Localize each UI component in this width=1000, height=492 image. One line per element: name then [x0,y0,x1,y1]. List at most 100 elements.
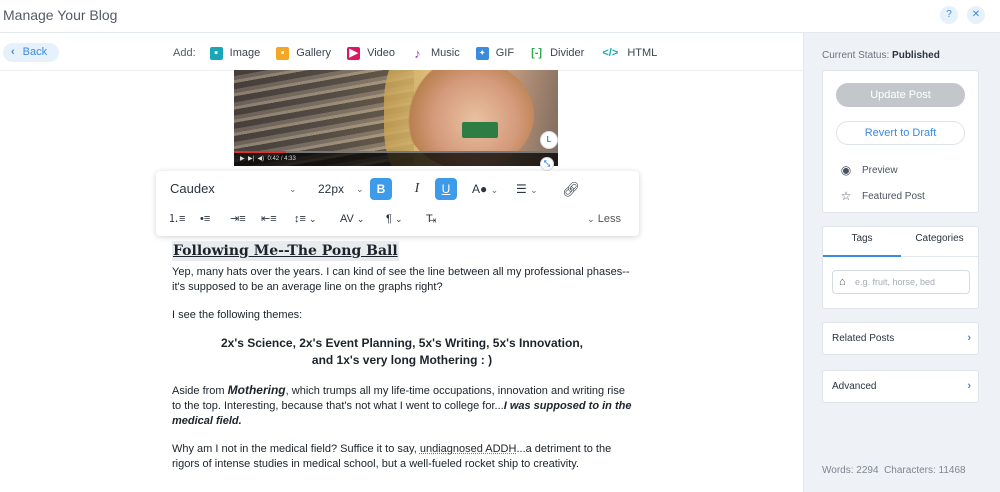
paragraph[interactable]: Aside from Mothering, which trumps all m… [172,383,632,429]
add-image-button[interactable]: ▪ Image [209,46,260,60]
add-html-button[interactable]: </> HTML [600,47,657,60]
gallery-icon: ▪ [276,46,290,60]
align-handle[interactable]: L [540,131,558,149]
text-run-emphasis: Mothering [227,383,286,397]
status-line: Current Status: Published [822,50,940,61]
add-gif-button[interactable]: ✦ GIF [475,46,515,60]
tags-tabs: Tags Categories [823,227,978,257]
word-count: Words: 2294 Characters: 11468 [822,465,966,476]
chevron-right-icon: › [967,332,971,344]
add-gallery-button[interactable]: ▪ Gallery [276,46,332,60]
add-divider-button[interactable]: [-] Divider [530,47,584,60]
video-progress-bar[interactable] [234,151,558,153]
volume-icon[interactable]: ◀) [258,156,265,162]
status-label: Current Status: [822,50,890,61]
divider-icon: [-] [531,46,543,59]
chevron-down-icon: ⌄ [587,214,595,224]
tab-tags[interactable]: Tags [823,227,901,257]
featured-post-link[interactable]: ☆ Featured Post [840,189,925,203]
numbered-list-icon[interactable]: ⒈≡ [168,209,185,229]
resize-handle-icon[interactable]: ⤡ [540,157,554,171]
italic-button[interactable]: I [408,178,426,200]
chevron-right-icon: › [967,380,971,392]
themes-line: and 1x's very long Mothering : ) [311,353,493,367]
bullet-list-icon[interactable]: •≡ [200,209,210,229]
text-run: Why am I not in the medical field? Suffi… [172,443,420,455]
paragraph[interactable]: Yep, many hats over the years. I can kin… [172,265,632,295]
outdent-icon[interactable]: ⇤≡ [261,209,277,229]
revert-to-draft-button[interactable]: Revert to Draft [836,121,965,145]
link-icon[interactable]: 🔗︎ [562,178,580,200]
spellcheck-word[interactable]: undiagnosed ADDH [420,443,517,455]
video-time: 0:42 / 4:33 [267,156,296,162]
less-button[interactable]: ⌄ Less [587,209,621,229]
chevron-down-icon: ⌄ [490,185,499,195]
add-music-button[interactable]: ♪ Music [411,45,460,61]
back-button[interactable]: ‹ Back [3,43,59,62]
sidebar: Current Status: Published Update Post Re… [803,33,1000,492]
video-icon: ▶ [347,46,361,60]
add-html-label: HTML [627,47,658,59]
add-video-button[interactable]: ▶ Video [347,46,395,60]
related-posts-label: Related Posts [832,333,895,344]
droplet-icon: ● [480,182,488,196]
preview-link[interactable]: ◉ Preview [840,163,898,177]
characters-count: Characters: 11468 [884,465,966,476]
advanced-label: Advanced [832,381,877,392]
less-label: Less [597,213,621,225]
paragraph[interactable]: Why am I not in the medical field? Suffi… [172,442,632,472]
text-color-button[interactable]: A● ⌄ [472,178,498,200]
status-value: Published [892,50,940,61]
music-icon: ♪ [414,45,421,61]
tags-input[interactable]: ⌂ e.g. fruit, horse, bed [832,270,970,294]
video-embed[interactable]: ▶ ▶| ◀) 0:42 / 4:33 [234,70,558,166]
font-size-select[interactable]: 22px [318,178,344,200]
tags-card: Tags Categories ⌂ e.g. fruit, horse, bed [822,226,979,309]
back-label: Back [22,46,48,58]
line-height-icon[interactable]: ↕≡ ⌄ [294,209,317,229]
video-progress-fill [234,151,286,153]
chevron-down-icon: ⌄ [530,185,538,195]
add-gif-label: GIF [495,47,515,59]
post-heading[interactable]: Following Me--The Pong Ball [172,241,399,261]
bold-button[interactable]: B [370,178,392,200]
text-run: Aside from [172,385,228,397]
add-divider-label: Divider [550,47,585,59]
tags-placeholder: e.g. fruit, horse, bed [855,277,936,287]
video-controls[interactable]: ▶ ▶| ◀) 0:42 / 4:33 [234,151,558,166]
letter-spacing-icon[interactable]: AV ⌄ [340,209,364,229]
featured-label: Featured Post [862,190,925,202]
align-button[interactable]: ☰ ⌄ [516,178,538,200]
next-icon[interactable]: ▶| [248,156,254,162]
top-bar: Manage Your Blog ? ✕ [0,0,1000,33]
clear-format-icon[interactable]: T̶ₓ [426,209,436,229]
add-video-label: Video [367,47,395,59]
video-channel-logo [462,122,498,138]
themes-block[interactable]: 2x's Science, 2x's Event Planning, 5x's … [172,335,632,369]
update-post-button[interactable]: Update Post [836,83,965,107]
close-button[interactable]: ✕ [967,6,985,24]
post-content[interactable]: Following Me--The Pong Ball Yep, many ha… [172,241,632,485]
preview-label: Preview [862,164,898,176]
tag-icon: ⌂ [839,276,846,288]
star-icon: ☆ [840,189,852,203]
related-posts-row[interactable]: Related Posts › [822,322,979,355]
help-button[interactable]: ? [940,6,958,24]
add-label: Add: [173,47,196,59]
add-music-label: Music [431,47,460,59]
align-left-icon: ☰ [516,182,527,196]
underline-button[interactable]: U [435,178,457,200]
page-title: Manage Your Blog [3,7,118,23]
tab-categories[interactable]: Categories [901,227,978,257]
chevron-down-icon[interactable]: ⌄ [356,178,364,200]
image-icon: ▪ [209,46,223,60]
play-icon[interactable]: ▶ [240,156,245,162]
text-direction-icon[interactable]: ¶ ⌄ [386,209,403,229]
paragraph[interactable]: I see the following themes: [172,308,632,323]
advanced-row[interactable]: Advanced › [822,370,979,403]
add-bar: Add: ▪ Image ▪ Gallery ▶ Video ♪ Music ✦… [173,44,673,62]
font-family-select[interactable]: Caudex [170,178,215,200]
indent-icon[interactable]: ⇥≡ [230,209,246,229]
add-gallery-label: Gallery [296,47,332,59]
chevron-down-icon[interactable]: ⌄ [289,178,297,200]
